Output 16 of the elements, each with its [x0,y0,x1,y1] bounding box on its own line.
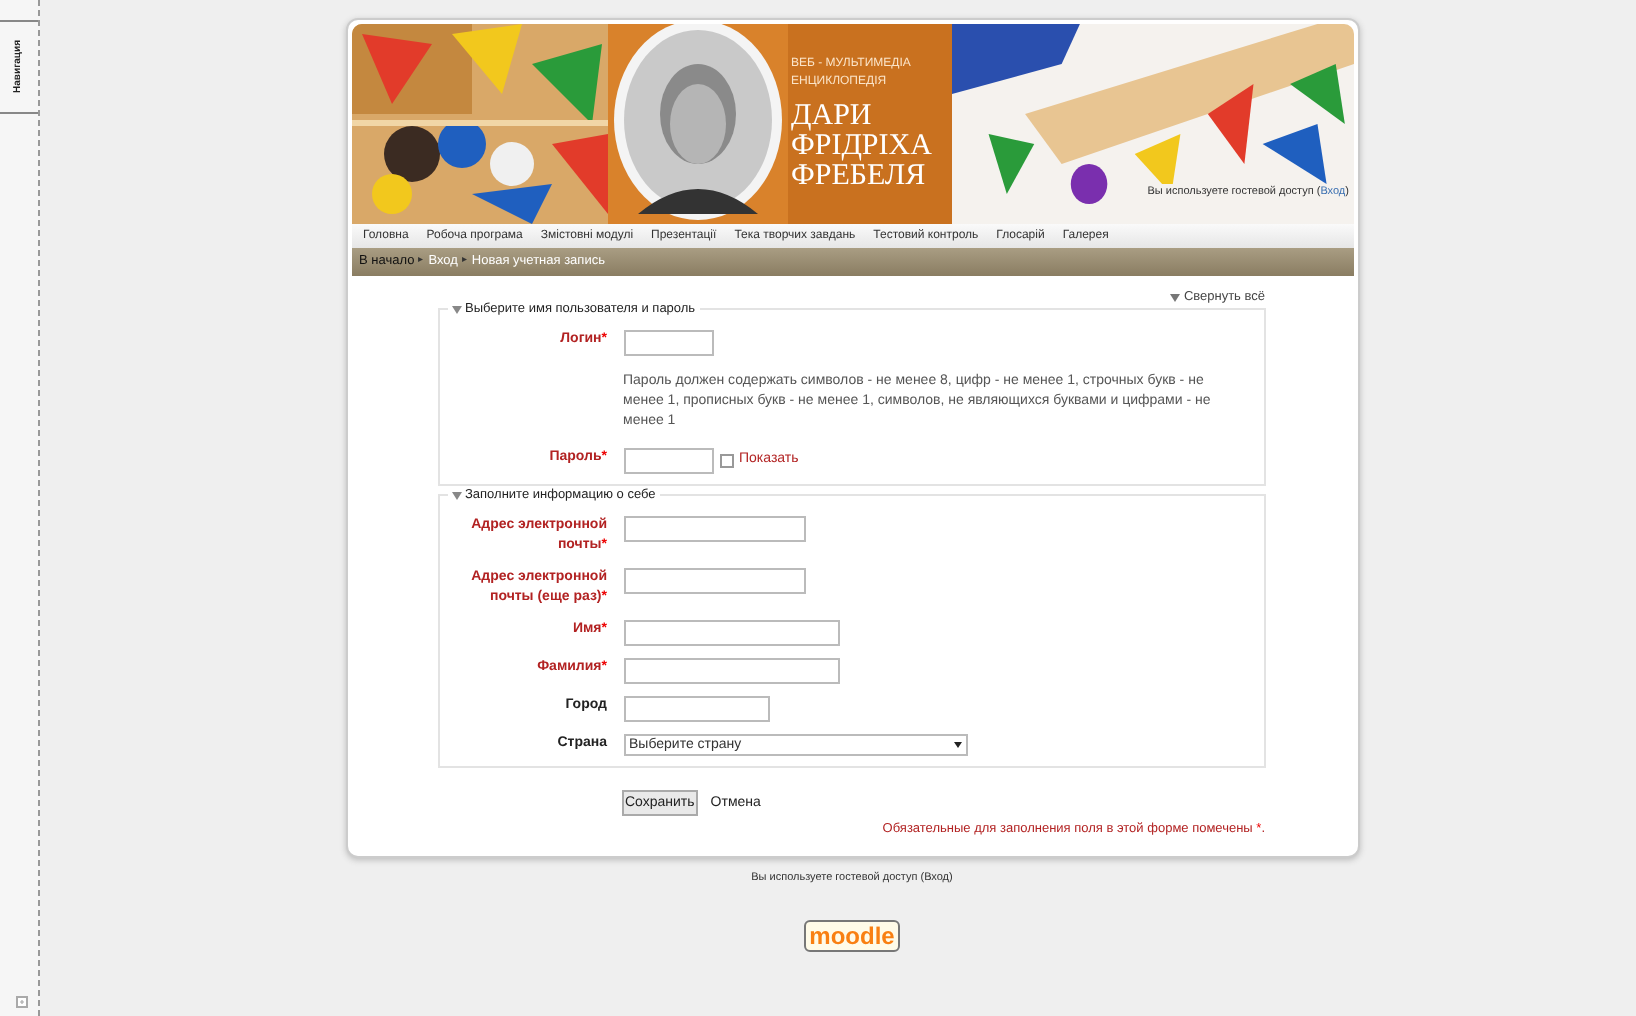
text-field[interactable] [623,447,713,474]
dropdown-arrow-icon [953,741,961,748]
show-password-checkbox[interactable] [719,453,733,468]
collapse-icon [1169,293,1180,302]
text-field[interactable] [623,695,769,722]
banner-title: ФРЕБЕЛЯ [791,162,926,192]
text-field[interactable] [623,567,805,594]
text-field[interactable] [623,619,839,646]
expanded-icon[interactable] [451,305,461,314]
banner-title: ДАРИ [791,102,874,132]
text-field[interactable] [623,515,805,542]
dock-icon[interactable] [16,996,28,1008]
text-field[interactable] [623,329,713,356]
banner-title: ФРІДРІХА [791,132,934,162]
expanded-icon[interactable] [451,491,461,500]
text-field[interactable] [623,657,839,684]
